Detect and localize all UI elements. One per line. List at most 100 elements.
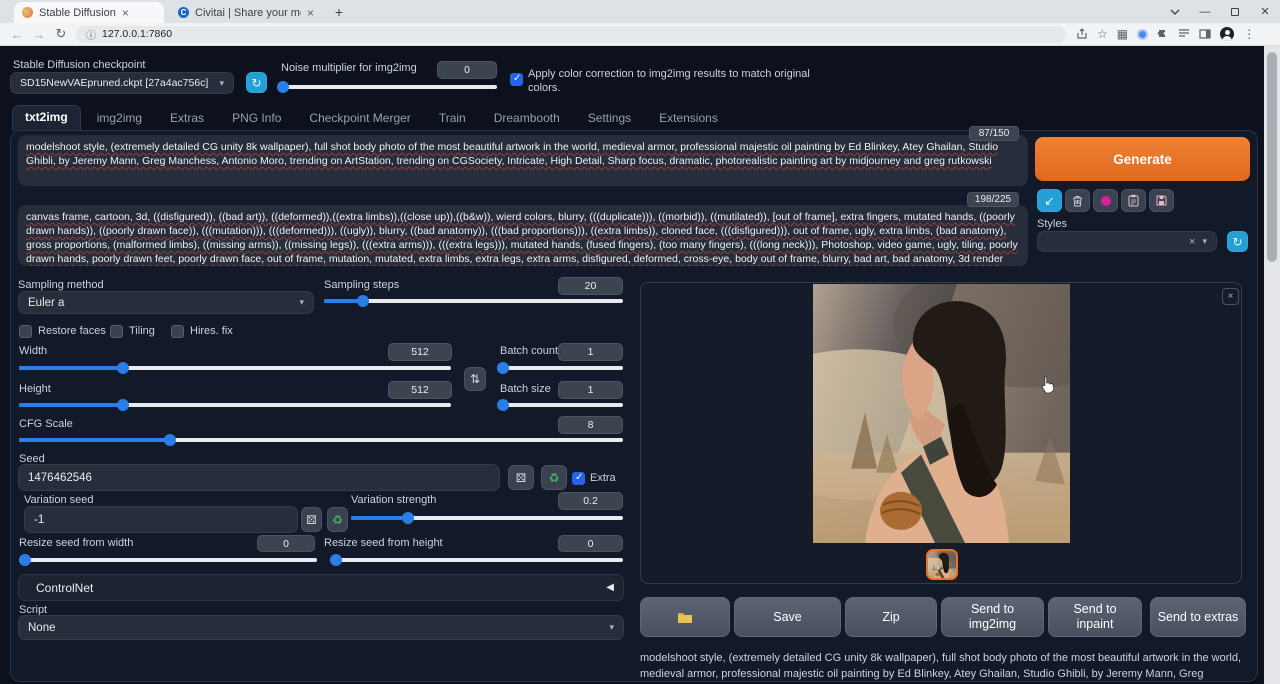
checkpoint-value: SD15NewVAEpruned.ckpt [27a4ac756c] — [20, 77, 208, 89]
extension-blue-dot-icon[interactable] — [1137, 29, 1148, 40]
batch-size-slider[interactable] — [499, 399, 623, 411]
sampling-steps-value[interactable]: 20 — [558, 277, 623, 295]
seed-input[interactable]: 1476462546 — [18, 464, 500, 491]
tab-txt2img[interactable]: txt2img — [12, 105, 81, 131]
controlnet-accordion[interactable]: ControlNet ◀ — [18, 574, 624, 601]
reload-icon[interactable]: ↻ — [50, 26, 72, 42]
checkpoint-dropdown[interactable]: SD15NewVAEpruned.ckpt [27a4ac756c] ▾ — [10, 72, 234, 94]
civitai-favicon-icon: C — [178, 7, 189, 18]
profile-avatar[interactable] — [1220, 27, 1234, 41]
negative-prompt-text: canvas frame, cartoon, 3d, ((disfigured)… — [26, 211, 1018, 265]
zip-button[interactable]: Zip — [845, 597, 937, 637]
hires-fix-checkbox[interactable] — [171, 325, 184, 338]
sampling-steps-slider[interactable] — [324, 295, 623, 307]
cfg-scale-slider[interactable] — [19, 434, 623, 446]
tab-title: Civitai | Share your models — [195, 7, 301, 19]
random-variation-seed-button[interactable]: ⚄ — [301, 507, 322, 532]
styles-label: Styles — [1037, 218, 1067, 230]
extra-networks-button[interactable] — [1093, 189, 1118, 212]
tiling-checkbox[interactable] — [110, 325, 123, 338]
tab-extras[interactable]: Extras — [158, 107, 216, 131]
prompt-input[interactable]: modelshoot style, (extremely detailed CG… — [18, 135, 1028, 186]
gallery-thumbnail[interactable] — [926, 549, 958, 580]
new-tab-button[interactable]: + — [330, 3, 348, 21]
reading-list-icon[interactable] — [1178, 28, 1190, 40]
tab-checkpoint-merger[interactable]: Checkpoint Merger — [297, 107, 422, 131]
width-value[interactable]: 512 — [388, 343, 452, 361]
resize-seed-width-label: Resize seed from width — [19, 537, 133, 549]
swap-width-height-button[interactable]: ⇅ — [464, 367, 486, 391]
window-maximize-button[interactable] — [1220, 0, 1250, 23]
send-to-extras-button[interactable]: Send to extras — [1150, 597, 1246, 637]
side-panel-icon[interactable] — [1199, 28, 1211, 40]
restore-faces-checkbox[interactable] — [19, 325, 32, 338]
height-value[interactable]: 512 — [388, 381, 452, 399]
tab-dreambooth[interactable]: Dreambooth — [482, 107, 572, 131]
batch-size-value[interactable]: 1 — [558, 381, 623, 399]
send-to-inpaint-button[interactable]: Send to inpaint — [1048, 597, 1142, 637]
batch-count-value[interactable]: 1 — [558, 343, 623, 361]
close-gallery-icon[interactable]: × — [1222, 288, 1239, 305]
tab-close-icon[interactable]: × — [122, 7, 129, 19]
refresh-checkpoint-button[interactable]: ↻ — [246, 72, 267, 93]
controlnet-label: ControlNet — [28, 581, 93, 595]
height-slider[interactable] — [19, 399, 451, 411]
variation-seed-input[interactable]: -1 — [24, 506, 298, 533]
sampling-method-dropdown[interactable]: Euler a ▾ — [18, 291, 314, 314]
window-minimize-button[interactable]: — — [1190, 0, 1220, 23]
open-folder-button[interactable] — [640, 597, 730, 637]
refresh-styles-button[interactable]: ↻ — [1227, 231, 1248, 252]
resize-seed-height-slider[interactable] — [330, 554, 623, 566]
site-info-icon[interactable]: ⓘ — [86, 27, 96, 42]
reuse-seed-button[interactable]: ♻ — [541, 465, 567, 490]
clear-prompt-button[interactable] — [1065, 189, 1090, 212]
extension-grid-icon[interactable]: ▦ — [1117, 27, 1128, 41]
noise-multiplier-value[interactable]: 0 — [437, 61, 497, 79]
scrollbar-thumb[interactable] — [1267, 52, 1277, 262]
styles-dropdown[interactable]: × ▾ — [1037, 231, 1217, 252]
noise-multiplier-slider[interactable] — [281, 81, 497, 93]
browser-menu-icon[interactable]: ⋮ — [1243, 27, 1255, 41]
forward-icon[interactable]: → — [28, 27, 50, 42]
script-dropdown[interactable]: None ▾ — [18, 615, 624, 640]
extensions-puzzle-icon[interactable] — [1157, 28, 1169, 40]
tab-img2img[interactable]: img2img — [85, 107, 154, 131]
window-close-button[interactable]: ✕ — [1250, 0, 1280, 23]
save-style-button[interactable] — [1149, 189, 1174, 212]
tab-title: Stable Diffusion — [39, 7, 116, 19]
address-bar[interactable]: ⓘ 127.0.0.1:7860 — [76, 26, 1066, 43]
resize-seed-width-value[interactable]: 0 — [257, 535, 315, 552]
browser-tab-stable-diffusion[interactable]: Stable Diffusion × — [14, 2, 164, 23]
apply-style-button[interactable] — [1121, 189, 1146, 212]
cfg-scale-value[interactable]: 8 — [558, 416, 623, 434]
tab-settings[interactable]: Settings — [576, 107, 643, 131]
back-icon[interactable]: ← — [6, 27, 28, 42]
tab-train[interactable]: Train — [427, 107, 478, 131]
reuse-variation-seed-button[interactable]: ♻ — [327, 507, 348, 532]
width-slider[interactable] — [19, 362, 451, 374]
negative-prompt-input[interactable]: canvas frame, cartoon, 3d, ((disfigured)… — [18, 205, 1028, 266]
send-to-img2img-button[interactable]: Send to img2img — [941, 597, 1044, 637]
tab-search-chevron-icon[interactable] — [1160, 0, 1190, 23]
bookmark-star-icon[interactable]: ☆ — [1097, 27, 1108, 41]
read-parameters-button[interactable]: ↙ — [1037, 189, 1062, 212]
tab-extensions[interactable]: Extensions — [647, 107, 730, 131]
generation-info-text: modelshoot style, (extremely detailed CG… — [640, 650, 1246, 682]
generate-button[interactable]: Generate — [1035, 137, 1250, 181]
browser-tab-civitai[interactable]: C Civitai | Share your models × — [170, 2, 322, 23]
variation-strength-value[interactable]: 0.2 — [558, 492, 623, 510]
random-seed-button[interactable]: ⚄ — [508, 465, 534, 490]
resize-seed-width-slider[interactable] — [19, 554, 317, 566]
color-correction-checkbox[interactable] — [510, 73, 523, 86]
batch-count-slider[interactable] — [499, 362, 623, 374]
page-scrollbar[interactable] — [1264, 46, 1280, 684]
extra-seed-checkbox[interactable] — [572, 472, 585, 485]
generated-image[interactable] — [813, 284, 1070, 543]
tab-png-info[interactable]: PNG Info — [220, 107, 293, 131]
save-button[interactable]: Save — [734, 597, 841, 637]
resize-seed-height-value[interactable]: 0 — [558, 535, 623, 552]
clear-styles-icon[interactable]: × — [1189, 236, 1195, 248]
tab-close-icon[interactable]: × — [307, 7, 314, 19]
variation-strength-slider[interactable] — [351, 512, 623, 524]
share-icon[interactable] — [1076, 28, 1088, 40]
